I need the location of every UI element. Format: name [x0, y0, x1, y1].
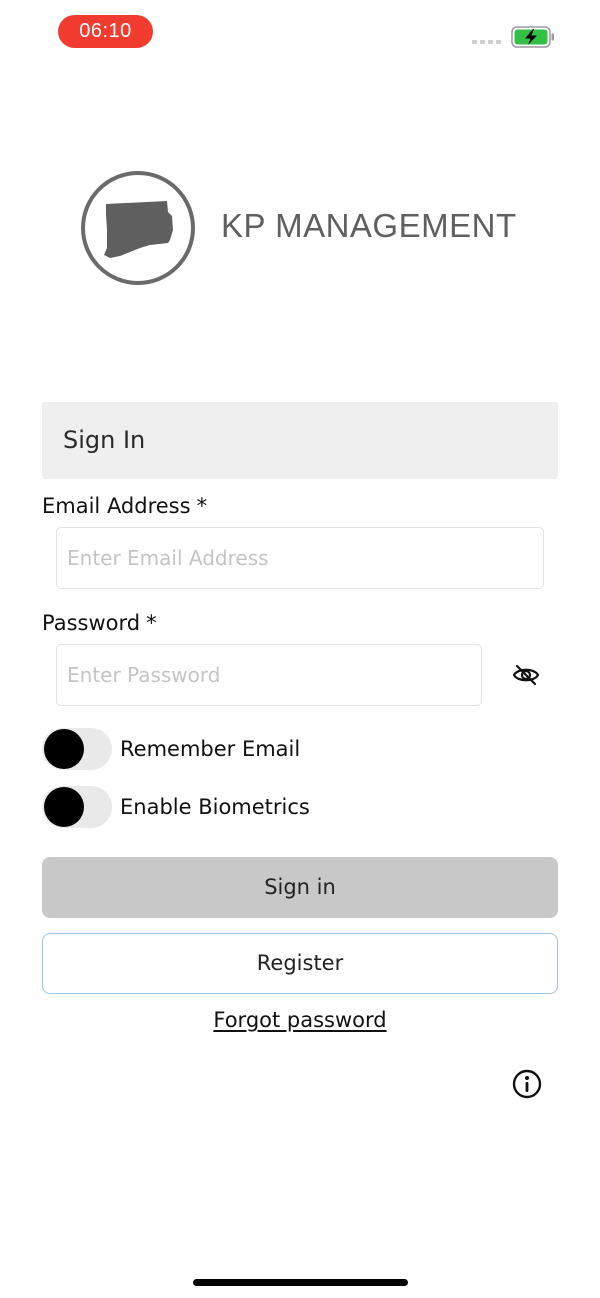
remember-email-row: Remember Email	[42, 727, 300, 771]
remember-email-toggle[interactable]	[42, 728, 112, 770]
password-label: Password *	[42, 611, 157, 635]
forgot-password-link[interactable]: Forgot password	[0, 1008, 600, 1032]
signin-header: Sign In	[42, 402, 558, 479]
info-circle-icon[interactable]	[511, 1068, 543, 1100]
password-label-text: Password	[42, 611, 141, 635]
email-required-mark: *	[196, 494, 208, 518]
password-required-mark: *	[146, 611, 157, 635]
enable-biometrics-label: Enable Biometrics	[120, 795, 310, 819]
home-indicator	[193, 1279, 408, 1286]
signal-icon	[472, 40, 501, 44]
brand-name: KP MANAGEMENT	[221, 207, 517, 244]
toggle-knob	[44, 787, 84, 827]
status-time: 06:10	[58, 15, 153, 48]
remember-email-label: Remember Email	[120, 737, 301, 761]
toggle-password-visibility-button[interactable]	[510, 660, 542, 690]
enable-biometrics-toggle[interactable]	[42, 786, 112, 828]
enable-biometrics-row: Enable Biometrics	[42, 785, 310, 829]
toggle-knob	[44, 729, 84, 769]
signin-button[interactable]: Sign in	[42, 857, 558, 918]
logo-icon	[81, 171, 195, 285]
eye-slash-icon	[512, 664, 540, 686]
signin-title: Sign In	[63, 426, 146, 454]
register-button[interactable]: Register	[42, 933, 558, 994]
email-input[interactable]	[56, 527, 544, 589]
battery-charging-icon	[511, 26, 554, 48]
email-label-text: Email Address	[42, 494, 191, 518]
password-input[interactable]	[56, 644, 482, 706]
email-label: Email Address *	[42, 494, 207, 518]
